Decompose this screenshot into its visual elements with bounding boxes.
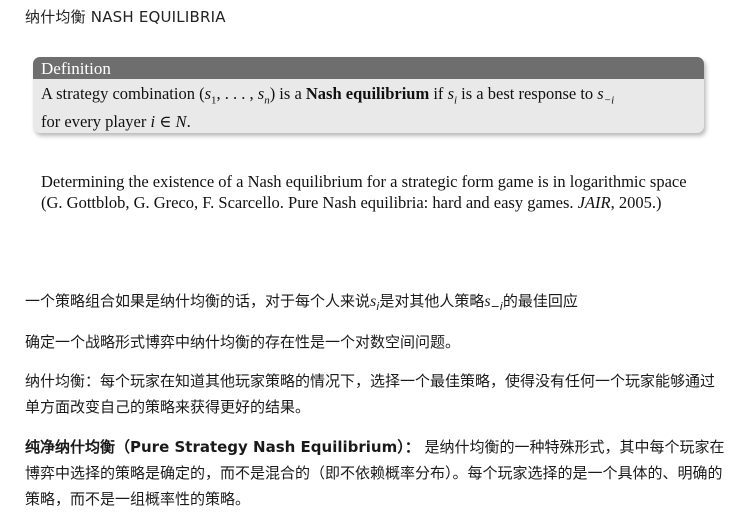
zh-paragraph-3: 纳什均衡：每个玩家在知道其他玩家策略的情况下，选择一个最佳策略，使得没有任何一个…	[25, 372, 716, 416]
zh1-subscript: −i	[490, 300, 503, 313]
complexity-reference: (G. Gottblob, G. Greco, F. Scarcello. Pu…	[41, 192, 711, 213]
definition-body: A strategy combination (s1, . . . , sn) …	[33, 79, 704, 132]
definition-heading: Definition	[33, 57, 704, 79]
definition-box: Definition A strategy combination (s1, .…	[33, 57, 704, 133]
def-term: Nash equilibrium	[305, 84, 430, 103]
reference-year: , 2005.)	[610, 193, 662, 212]
reference-journal: JAIR	[577, 193, 611, 212]
zh1-text: 是对其他人策略	[379, 292, 485, 310]
def-symbol: N	[175, 112, 187, 132]
def-text: , . . . ,	[216, 84, 258, 103]
def-text: is a best response to	[457, 84, 598, 103]
zh-paragraph-2: 确定一个战略形式博弈中纳什均衡的存在性是一个对数空间问题。	[25, 333, 461, 351]
zh4-term: 纯净纳什均衡（Pure Strategy Nash Equilibrium）：	[25, 438, 420, 456]
complexity-paragraph: Determining the existence of a Nash equi…	[41, 171, 711, 213]
zh-paragraph-1: 一个策略组合如果是纳什均衡的话，对于每个人来说si是对其他人策略s−i的最佳回应	[25, 288, 725, 320]
complexity-statement: Determining the existence of a Nash equi…	[41, 172, 687, 191]
def-text: ∈	[155, 112, 176, 132]
def-text: if	[429, 84, 448, 103]
zh1-text: 的最佳回应	[502, 292, 578, 310]
def-text: ) is a	[269, 84, 306, 103]
def-text: for every player	[41, 112, 151, 132]
reference-text: (G. Gottblob, G. Greco, F. Scarcello. Pu…	[41, 193, 578, 212]
def-text: A strategy combination (	[41, 84, 205, 103]
def-text: .	[186, 112, 191, 132]
page-title: 纳什均衡 NASH EQUILIBRIA	[25, 8, 226, 26]
zh-paragraph-4: 纯净纳什均衡（Pure Strategy Nash Equilibrium）： …	[25, 434, 725, 512]
zh1-text: 一个策略组合如果是纳什均衡的话，对于每个人来说	[25, 292, 371, 310]
def-subscript: −i	[603, 94, 615, 107]
